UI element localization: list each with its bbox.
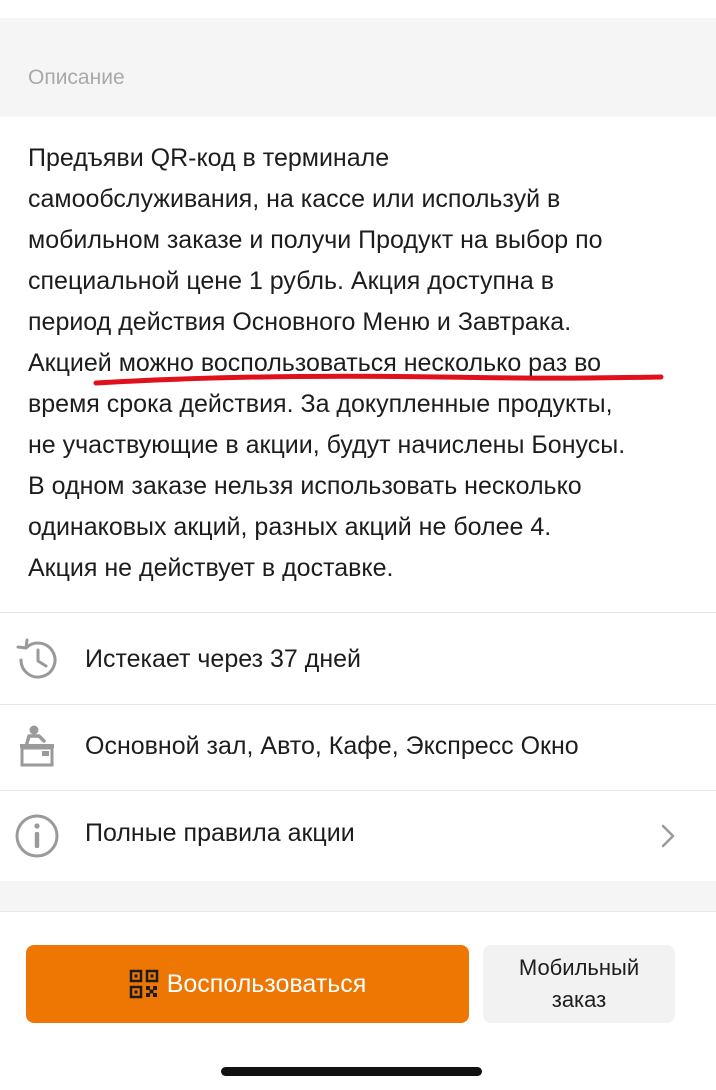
description-line: В одном заказе нельзя использовать неско…: [28, 472, 582, 500]
qr-code-icon: [129, 969, 158, 999]
section-divider: [0, 881, 716, 912]
description-line: не участвующие в акции, будут начислены …: [28, 431, 626, 459]
full-rules-text[interactable]: Полные правила акции: [85, 819, 355, 848]
expiry-row: Истекает через 37 дней: [0, 612, 716, 705]
use-promo-button[interactable]: Воспользоваться: [26, 945, 469, 1023]
description-line: Акцией можно воспользоваться несколько р…: [28, 349, 602, 377]
description-line: Предъяви QR-код в терминале: [28, 144, 390, 172]
description-line: время срока действия. За докупленные про…: [28, 390, 613, 418]
top-strip: [0, 0, 716, 19]
promo-description: Предъяви QR-код в терминале самообслужив…: [28, 138, 698, 589]
expiry-text: Истекает через 37 дней: [85, 645, 362, 673]
description-line: одинаковых акций, разных акций не более …: [28, 513, 552, 541]
description-line: специальной цене 1 рубль. Акция доступна…: [28, 267, 554, 295]
mobile-order-label-line2: заказ: [551, 987, 607, 1012]
use-promo-label: Воспользоваться: [166, 969, 367, 998]
home-indicator: [221, 1067, 482, 1076]
locations-row: Основной зал, Авто, Кафе, Экспресс Окно: [0, 704, 716, 791]
mobile-order-label-line1: Мобильный: [518, 955, 640, 980]
info-icon: [15, 814, 59, 858]
description-line: Акция не действует в доставке.: [28, 554, 394, 582]
chevron-right-icon: [661, 824, 675, 848]
description-line: самообслуживания, на кассе или используй…: [28, 185, 561, 213]
section-title: Описание: [28, 66, 125, 89]
section-header: Описание: [0, 18, 716, 117]
description-line: мобильном заказе и получи Продукт на выб…: [28, 226, 603, 254]
description-line: период действия Основного Меню и Завтрак…: [28, 308, 572, 336]
cashier-desk-icon: [20, 725, 54, 767]
mobile-order-button[interactable]: Мобильный заказ: [483, 945, 675, 1023]
locations-text: Основной зал, Авто, Кафе, Экспресс Окно: [85, 732, 579, 760]
history-clock-icon: [16, 638, 57, 679]
full-rules-row[interactable]: Полные правила акции: [0, 790, 716, 882]
